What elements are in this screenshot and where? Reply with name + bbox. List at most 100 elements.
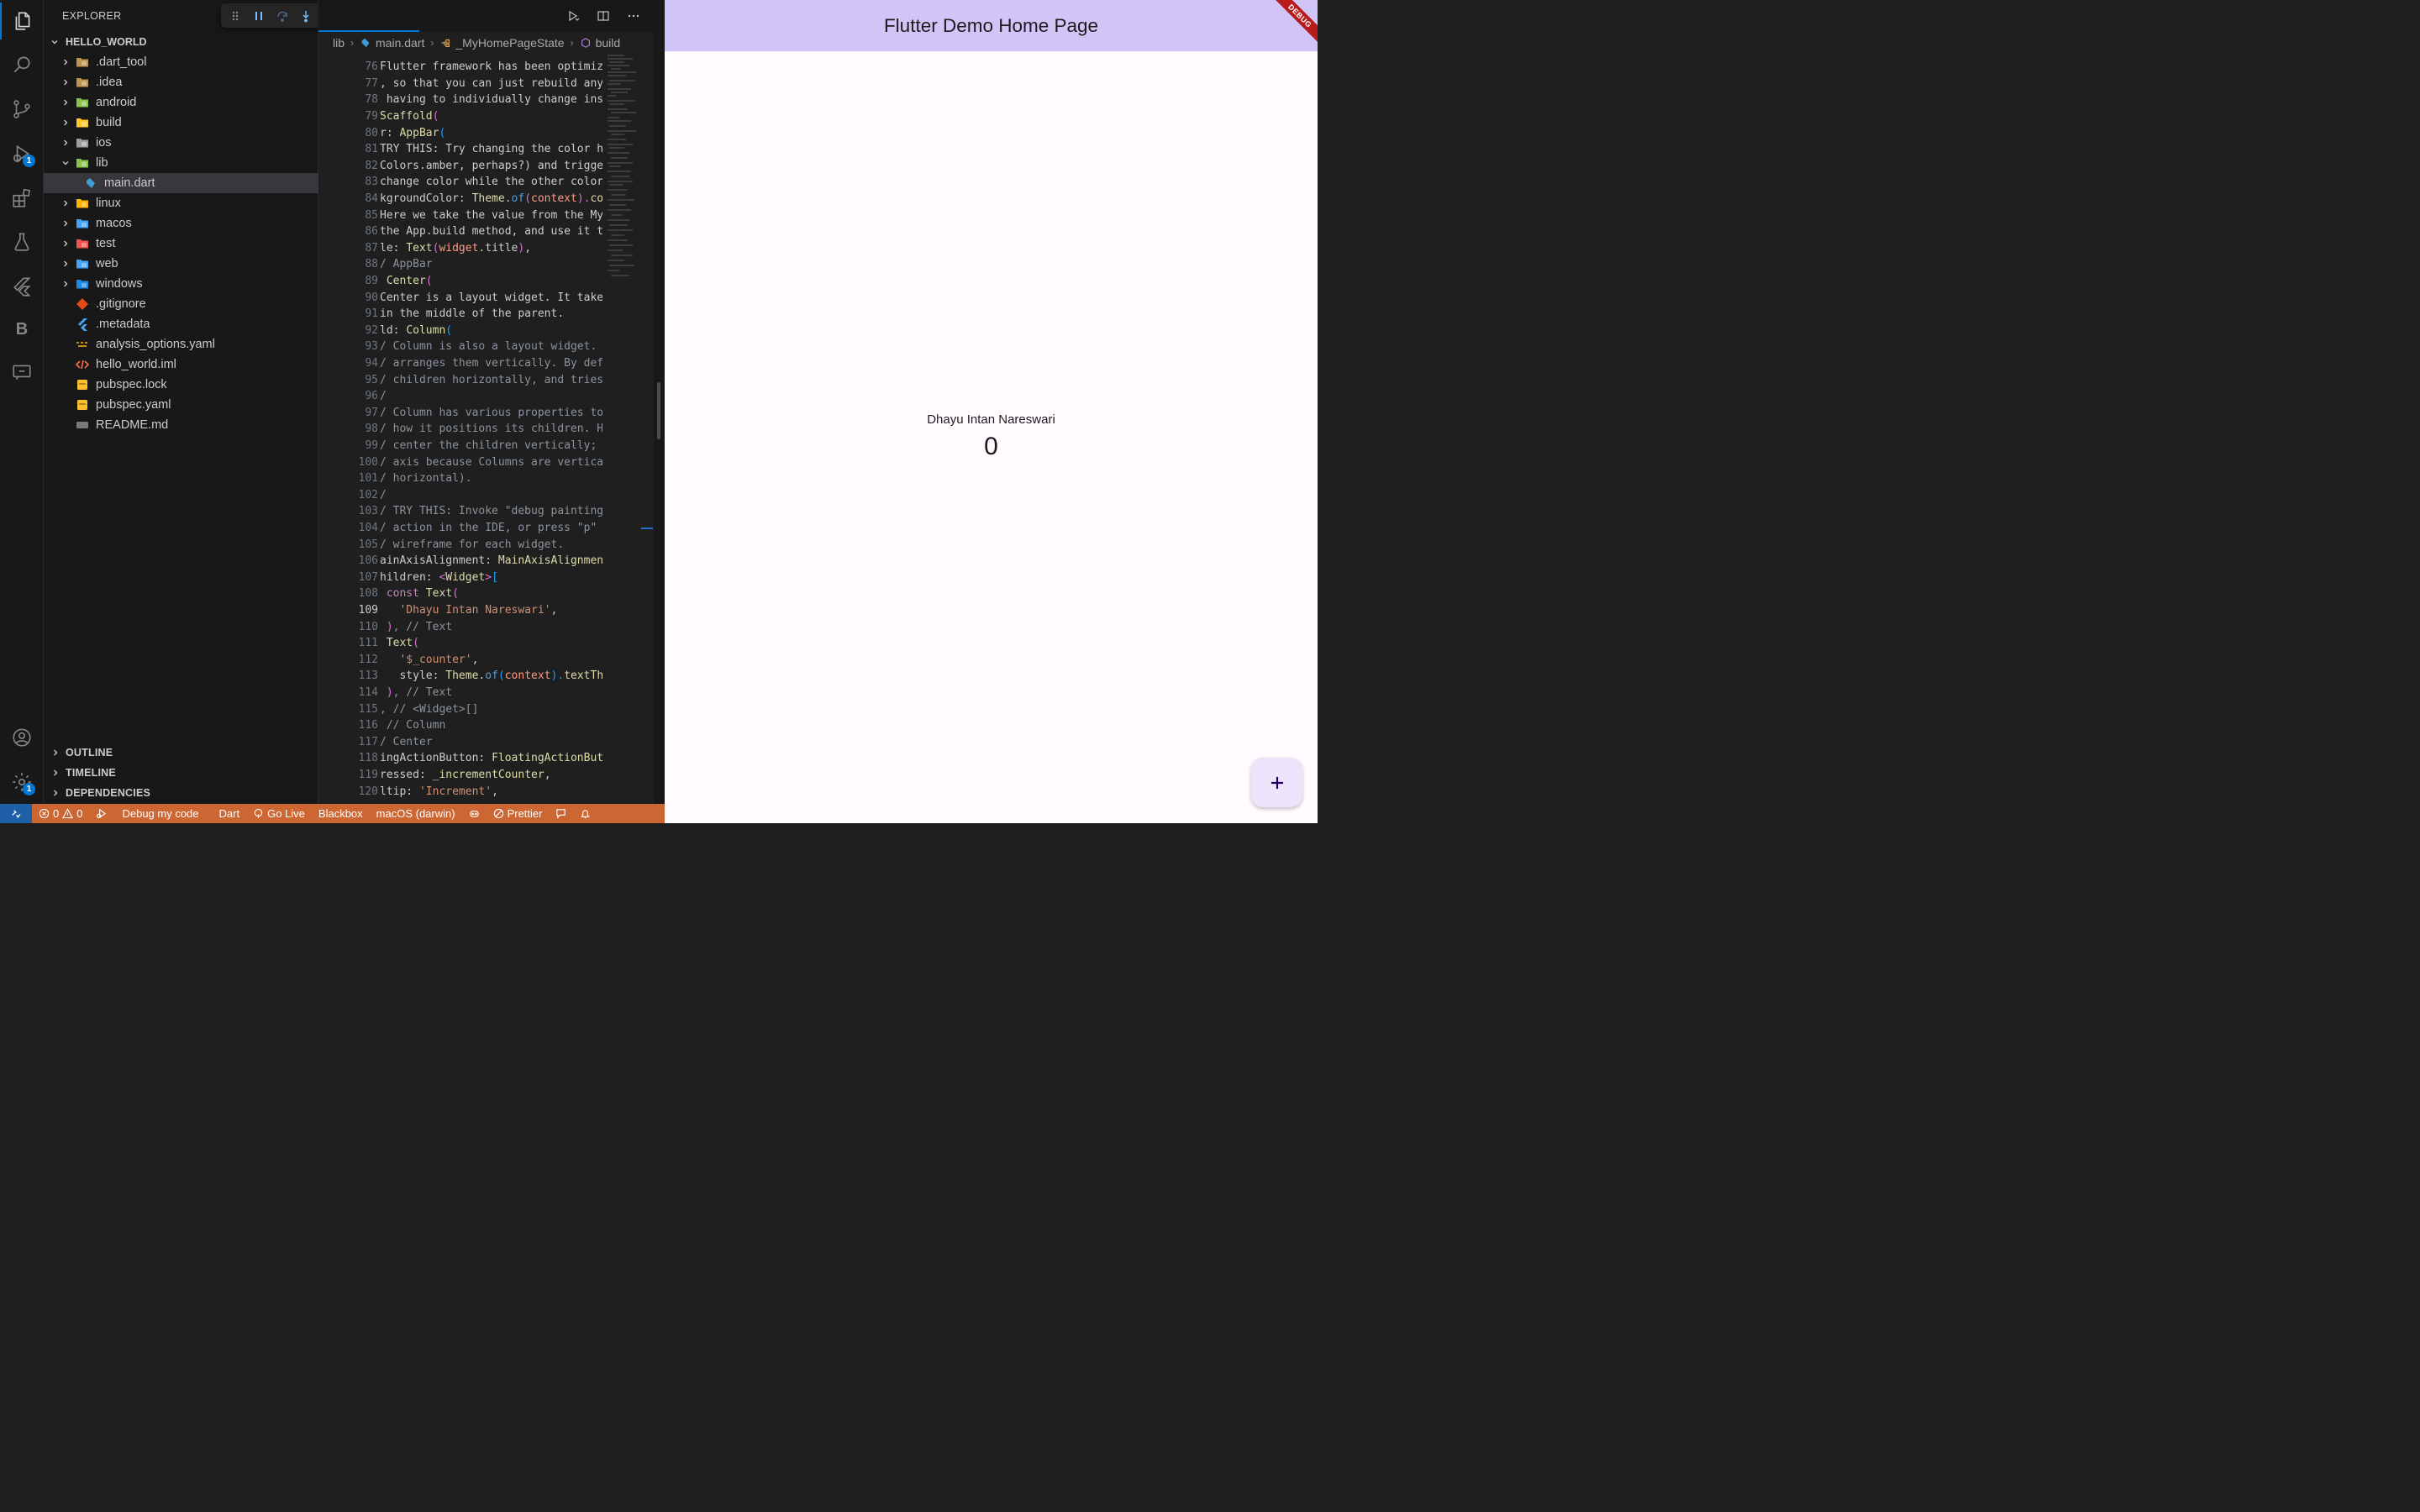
tree-item-android[interactable]: android: [44, 92, 318, 113]
copilot-icon[interactable]: [462, 804, 487, 823]
code-line[interactable]: 119 ressed: _incrementCounter,: [318, 767, 604, 784]
code-line[interactable]: 104/ action in the IDE, or press "p": [318, 520, 604, 537]
code-line[interactable]: 78 having to individually change ins: [318, 92, 604, 108]
source-control-icon[interactable]: [0, 91, 44, 128]
code-line[interactable]: 107 hildren: <Widget>[: [318, 570, 604, 586]
drag-handle-icon[interactable]: [226, 7, 245, 25]
code-line[interactable]: 109 'Dhayu Intan Nareswari',: [318, 602, 604, 619]
code-line[interactable]: 92 ld: Column(: [318, 323, 604, 339]
code-line[interactable]: 79 Scaffold(: [318, 108, 604, 125]
code-line[interactable]: 118 ingActionButton: FloatingActionBut: [318, 750, 604, 767]
tree-item-windows[interactable]: windows: [44, 274, 318, 294]
debug-status[interactable]: Debug my code: [89, 804, 205, 823]
code-line[interactable]: 95/ children horizontally, and tries: [318, 371, 604, 388]
code-line[interactable]: 84 kgroundColor: Theme.of(context).co: [318, 191, 604, 207]
tree-item-gitignore[interactable]: .gitignore: [44, 294, 318, 314]
pause-icon[interactable]: [250, 7, 268, 25]
code-line[interactable]: 117/ Center: [318, 734, 604, 751]
device-selector[interactable]: macOS (darwin): [370, 804, 462, 823]
code-line[interactable]: 90 Center is a layout widget. It take: [318, 289, 604, 306]
code-line[interactable]: 114 ), // Text: [318, 685, 604, 701]
code-line[interactable]: 108 const Text(: [318, 585, 604, 602]
code-line[interactable]: 96/: [318, 388, 604, 405]
tree-item-hello-world-iml[interactable]: hello_world.iml: [44, 354, 318, 375]
go-live-button[interactable]: Go Live: [246, 804, 312, 823]
step-into-icon[interactable]: [297, 7, 315, 25]
code-line[interactable]: 93/ Column is also a layout widget.: [318, 339, 604, 355]
code-line[interactable]: 86 the App.build method, and use it t: [318, 223, 604, 240]
code-line[interactable]: 89 Center(: [318, 273, 604, 290]
notifications-icon[interactable]: [573, 804, 597, 823]
code-line[interactable]: 110 ), // Text: [318, 618, 604, 635]
tree-item-lib[interactable]: lib: [44, 153, 318, 173]
section-outline[interactable]: OUTLINE: [44, 743, 318, 763]
code-line[interactable]: 85 Here we take the value from the My: [318, 207, 604, 223]
search-icon[interactable]: [0, 46, 44, 83]
minimap[interactable]: [606, 52, 641, 279]
testing-icon[interactable]: [0, 223, 44, 260]
account-icon[interactable]: [0, 719, 44, 756]
blackbox-icon[interactable]: B: [0, 311, 44, 348]
code-line[interactable]: 88/ AppBar: [318, 256, 604, 273]
code-line[interactable]: 91 in the middle of the parent.: [318, 306, 604, 323]
code-line[interactable]: 112 '$_counter',: [318, 652, 604, 669]
tree-item-ios[interactable]: ios: [44, 133, 318, 153]
explorer-icon[interactable]: [0, 3, 44, 39]
tree-item-build[interactable]: build: [44, 113, 318, 133]
tree-item-test[interactable]: test: [44, 234, 318, 254]
code-line[interactable]: 100/ axis because Columns are vertica: [318, 454, 604, 470]
workspace-root[interactable]: HELLO_WORLD: [44, 32, 318, 52]
breadcrumb-file[interactable]: main.dart: [376, 36, 424, 50]
tree-item-web[interactable]: web: [44, 254, 318, 274]
breadcrumb-method[interactable]: build: [596, 36, 621, 50]
section-dependencies[interactable]: DEPENDENCIES: [44, 783, 318, 803]
tree-item-readme-md[interactable]: README.md: [44, 415, 318, 435]
tree-item-analysis-options-yaml[interactable]: analysis_options.yaml: [44, 334, 318, 354]
code-line[interactable]: 76 Flutter framework has been optimiz: [318, 59, 604, 76]
tree-item-metadata[interactable]: .metadata: [44, 314, 318, 334]
code-line[interactable]: 105/ wireframe for each widget.: [318, 536, 604, 553]
code-line[interactable]: 111 Text(: [318, 635, 604, 652]
increment-fab[interactable]: [1251, 758, 1302, 807]
step-over-icon[interactable]: [273, 7, 292, 25]
code-line[interactable]: 82 Colors.amber, perhaps?) and trigge: [318, 158, 604, 175]
settings-icon[interactable]: 1: [0, 764, 44, 801]
code-line[interactable]: 102/: [318, 487, 604, 504]
tree-item-dart-tool[interactable]: .dart_tool: [44, 52, 318, 72]
tree-item-main-dart[interactable]: main.dart: [44, 173, 318, 193]
split-editor-icon[interactable]: [595, 8, 612, 24]
extensions-icon[interactable]: [0, 180, 44, 217]
code-line[interactable]: 94/ arranges them vertically. By def: [318, 355, 604, 372]
code-line[interactable]: 99/ center the children vertically;: [318, 438, 604, 454]
code-line[interactable]: 77, so that you can just rebuild any: [318, 76, 604, 92]
prettier-status[interactable]: Prettier: [487, 804, 550, 823]
code-line[interactable]: 83 change color while the other color: [318, 174, 604, 191]
tree-item-macos[interactable]: macos: [44, 213, 318, 234]
code-line[interactable]: 87 le: Text(widget.title),: [318, 240, 604, 257]
feedback-icon[interactable]: [549, 804, 573, 823]
run-dropdown-icon[interactable]: [565, 8, 581, 24]
code-line[interactable]: 98/ how it positions its children. H: [318, 421, 604, 438]
problems-indicator[interactable]: 0 0: [32, 804, 89, 823]
tree-item-idea[interactable]: .idea: [44, 72, 318, 92]
code-line[interactable]: 81 TRY THIS: Try changing the color h: [318, 141, 604, 158]
tree-item-pubspec-yaml[interactable]: pubspec.yaml: [44, 395, 318, 415]
more-actions-icon[interactable]: [625, 8, 642, 24]
code-line[interactable]: 115, // <Widget>[]: [318, 701, 604, 717]
breadcrumb-class[interactable]: _MyHomePageState: [455, 36, 564, 50]
resize-sash[interactable]: [657, 382, 660, 439]
section-timeline[interactable]: TIMELINE: [44, 763, 318, 783]
tree-item-linux[interactable]: linux: [44, 193, 318, 213]
flutter-icon[interactable]: [0, 268, 44, 305]
blackbox-status[interactable]: Blackbox: [312, 804, 370, 823]
code-line[interactable]: 97/ Column has various properties to: [318, 405, 604, 422]
code-line[interactable]: 113 style: Theme.of(context).textTh: [318, 668, 604, 685]
breadcrumb-folder[interactable]: lib: [333, 36, 345, 50]
code-line[interactable]: 106 ainAxisAlignment: MainAxisAlignmen: [318, 553, 604, 570]
remote-indicator-icon[interactable]: [0, 804, 32, 823]
code-line[interactable]: 80 r: AppBar(: [318, 124, 604, 141]
code-line[interactable]: 120 ltip: 'Increment',: [318, 783, 604, 800]
code-line[interactable]: 103/ TRY THIS: Invoke "debug painting: [318, 503, 604, 520]
remote-explorer-icon[interactable]: [0, 354, 44, 391]
code-line[interactable]: 116 // Column: [318, 717, 604, 734]
